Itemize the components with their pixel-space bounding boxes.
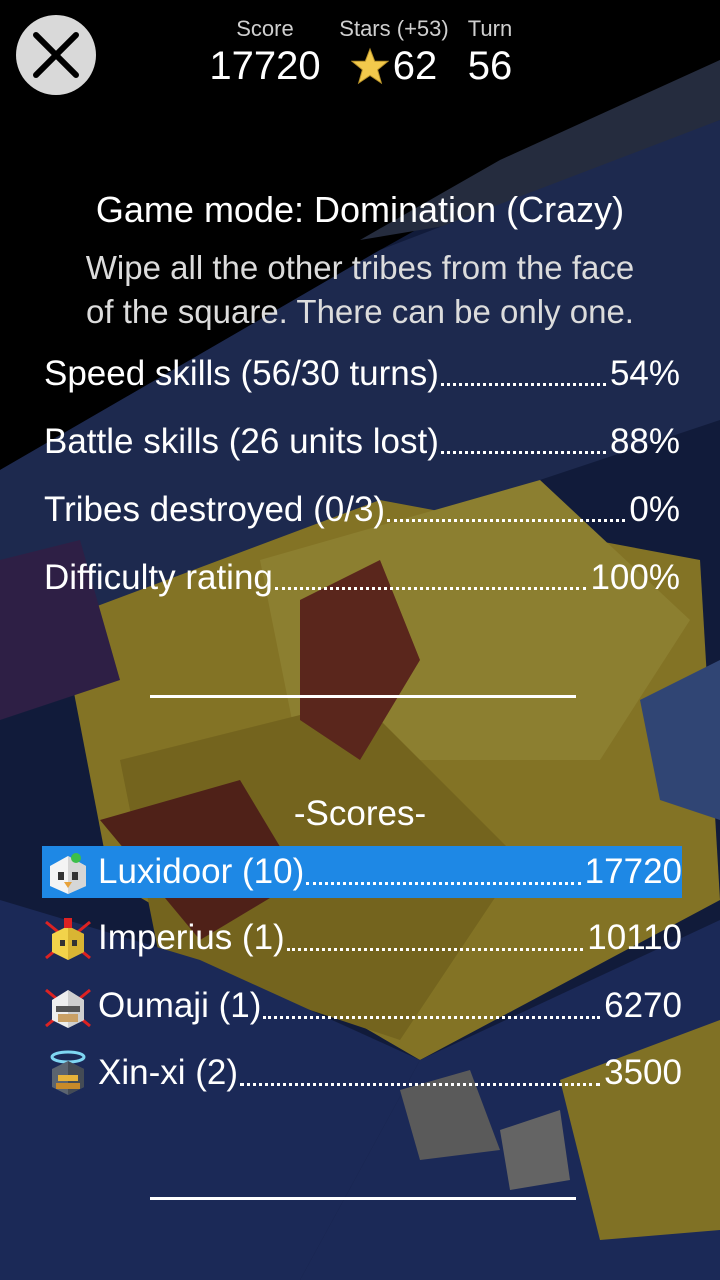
- score-row-oumaji[interactable]: Oumaji (1) 6270: [42, 980, 682, 1032]
- luxidoor-avatar-icon: [50, 853, 86, 894]
- skill-row-difficulty: Difficulty rating 100%: [44, 550, 680, 600]
- stars-stat: Stars (+53) 62: [336, 14, 452, 88]
- skill-row-speed: Speed skills (56/30 turns) 54%: [44, 346, 680, 396]
- close-button[interactable]: [16, 15, 96, 95]
- game-over-screen: Score 17720 Stars (+53) 62 Turn 56 Game …: [0, 0, 720, 1280]
- score-player-label: Xin-xi (2): [98, 1053, 239, 1092]
- score-row-luxidoor[interactable]: Luxidoor (10) 17720: [42, 846, 682, 898]
- score-player-value: 3500: [604, 1053, 682, 1092]
- dotted-leader: [263, 1015, 601, 1019]
- skill-value: 54%: [609, 354, 680, 393]
- game-mode-description: Wipe all the other tribes from the face …: [40, 246, 680, 334]
- score-player-value: 17720: [584, 852, 682, 891]
- skill-label: Difficulty rating: [44, 558, 273, 597]
- score-row-xinxi[interactable]: Xin-xi (2) 3500: [42, 1047, 682, 1099]
- imperius-avatar-icon: [45, 918, 91, 960]
- dotted-leader: [306, 881, 581, 885]
- xinxi-avatar-icon: [50, 1050, 86, 1095]
- dotted-leader: [286, 947, 584, 951]
- star-icon: [350, 47, 389, 85]
- stars-value: 62: [392, 44, 438, 88]
- skill-row-tribes-destroyed: Tribes destroyed (0/3) 0%: [44, 482, 680, 532]
- score-stat: Score 17720: [208, 14, 322, 88]
- score-label: Score: [236, 16, 294, 41]
- score-row-imperius[interactable]: Imperius (1) 10110: [42, 912, 682, 964]
- skill-row-battle: Battle skills (26 units lost) 88%: [44, 414, 680, 464]
- stars-label: Stars (+53): [339, 16, 449, 41]
- score-value: 17720: [209, 44, 321, 88]
- dotted-leader: [440, 451, 606, 454]
- dotted-leader: [240, 1082, 601, 1086]
- score-player-label: Luxidoor (10): [98, 852, 305, 891]
- score-player-value: 6270: [604, 986, 682, 1025]
- dotted-leader: [274, 587, 587, 590]
- game-mode-title: Game mode: Domination (Crazy): [95, 189, 625, 230]
- skill-label: Tribes destroyed (0/3): [44, 490, 386, 529]
- score-player-value: 10110: [587, 918, 682, 957]
- skill-label: Speed skills (56/30 turns): [44, 354, 439, 393]
- turn-label: Turn: [467, 16, 513, 41]
- score-player-label: Imperius (1): [98, 918, 285, 957]
- skill-value: 0%: [629, 490, 680, 529]
- close-icon: [33, 32, 79, 78]
- scores-heading: -Scores-: [293, 794, 427, 833]
- game-mode-description-line-1: Wipe all the other tribes from the face: [85, 249, 635, 286]
- dotted-leader: [440, 383, 606, 386]
- oumaji-avatar-icon: [45, 988, 91, 1028]
- turn-stat: Turn 56: [460, 14, 520, 88]
- skill-value: 100%: [590, 558, 680, 597]
- stars-value-wrap: 62: [336, 44, 452, 88]
- dotted-leader: [387, 519, 626, 522]
- score-player-label: Oumaji (1): [98, 986, 262, 1025]
- divider-bottom: [150, 1197, 576, 1200]
- skill-value: 88%: [609, 422, 680, 461]
- turn-value: 56: [467, 44, 513, 88]
- divider-top: [150, 695, 576, 698]
- game-mode-description-line-2: of the square. There can be only one.: [86, 293, 634, 330]
- skill-label: Battle skills (26 units lost): [44, 422, 439, 461]
